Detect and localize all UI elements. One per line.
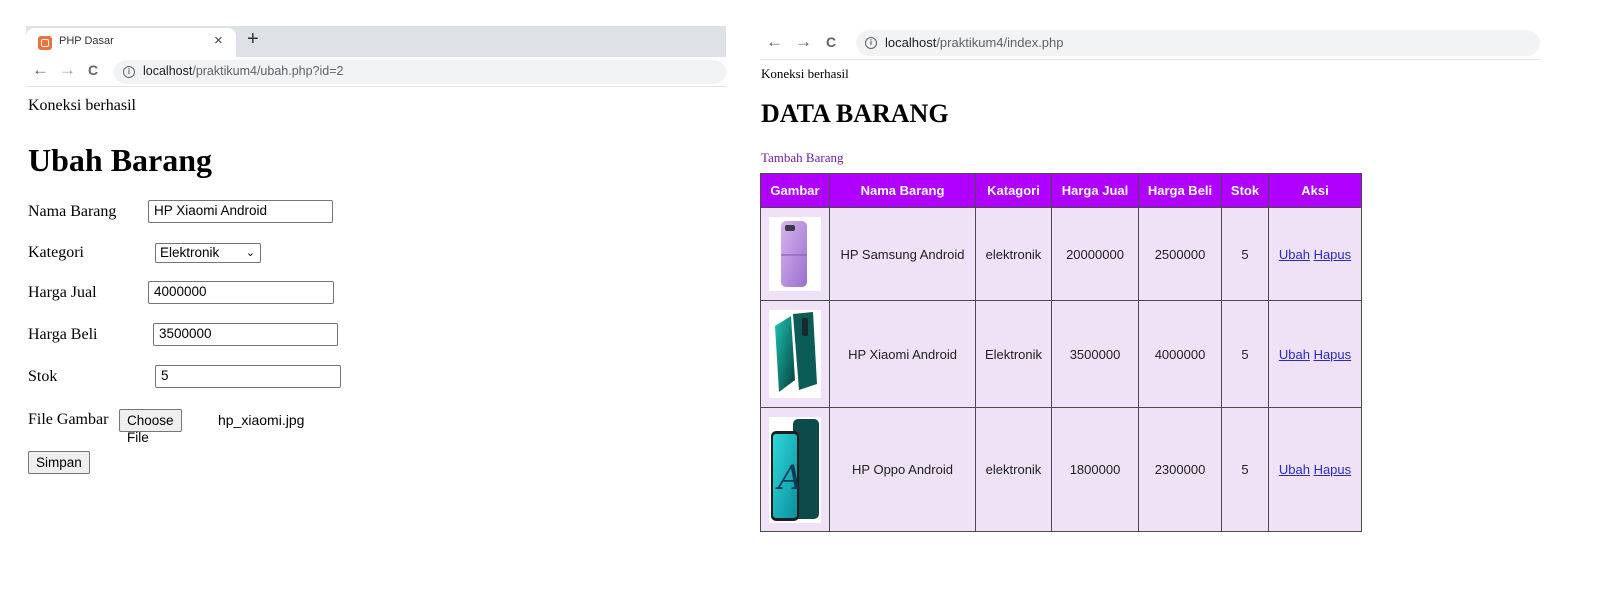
kategori-selected: Elektronik [160,245,220,260]
column-header: Katagori [975,173,1052,208]
harga-beli-label: Harga Beli [28,326,98,343]
tab-close-icon[interactable]: × [214,32,223,49]
simpan-button[interactable]: Simpan [28,451,90,474]
harga-jual-cell: 1800000 [1051,407,1139,532]
url-host: localhost [143,64,193,78]
nama-input[interactable]: HP Xiaomi Android [148,200,333,223]
stok-label: Stok [28,368,58,385]
column-header: Nama Barang [829,173,976,208]
ubah-link[interactable]: Ubah [1279,247,1310,262]
kategori-cell: elektronik [975,407,1052,532]
file-name: hp_xiaomi.jpg [218,412,305,428]
field-file-gambar: File Gambar [28,411,108,429]
back-icon[interactable]: ← [32,60,49,80]
forward-icon[interactable]: → [795,32,812,52]
browser-toolbar: ← → C i localhost/praktikum4/ubah.php?id… [26,57,726,87]
product-image-cell [760,207,830,301]
page-title: DATA BARANG [761,99,949,128]
xampp-favicon-icon [38,36,52,50]
harga-beli-cell: 2500000 [1138,207,1222,301]
table-row: HP Xiaomi Android Elektronik 3500000 400… [760,300,1362,408]
page-title: Ubah Barang [28,142,213,178]
browser-toolbar-right: ← → C i localhost/praktikum4/index.php [760,28,1540,60]
stok-cell: 5 [1221,407,1269,532]
hapus-link[interactable]: Hapus [1314,247,1352,262]
nama-label: Nama Barang [28,203,117,220]
field-nama-barang: Nama Barang [28,203,116,221]
svg-text:A: A [775,458,803,498]
chevron-down-icon: ⌄ [245,247,255,259]
column-header: Gambar [760,173,830,208]
field-harga-beli: Harga Beli [28,326,97,344]
nama-cell: HP Xiaomi Android [829,300,976,408]
forward-icon[interactable]: → [59,60,76,80]
tab-strip: PHP Dasar × + [26,26,726,57]
nama-cell: HP Oppo Android [829,407,976,532]
address-bar[interactable]: i localhost/praktikum4/ubah.php?id=2 [114,60,726,84]
nama-cell: HP Samsung Android [829,207,976,301]
hapus-link[interactable]: Hapus [1314,462,1352,477]
product-image-cell [760,300,830,408]
ubah-link[interactable]: Ubah [1279,462,1310,477]
xiaomi-phone-image [769,310,821,398]
harga-beli-cell: 4000000 [1138,300,1222,408]
column-header: Harga Beli [1138,173,1222,208]
ubah-link[interactable]: Ubah [1279,347,1310,362]
choose-file-button[interactable]: Choose File [119,409,182,445]
address-bar[interactable]: i localhost/praktikum4/index.php [856,30,1540,56]
site-info-icon[interactable]: i [123,66,135,78]
aksi-cell: Ubah Hapus [1268,207,1362,301]
stok-cell: 5 [1221,207,1269,301]
connection-status: Koneksi berhasil [28,97,136,114]
aksi-cell: Ubah Hapus [1268,300,1362,408]
table-header-row: Gambar Nama Barang Katagori Harga Jual H… [760,173,1362,208]
column-header: Stok [1221,173,1269,208]
file-label: File Gambar [28,411,109,428]
url-text: localhost/praktikum4/ubah.php?id=2 [143,64,344,78]
table-row: HP Samsung Android elektronik 20000000 2… [760,207,1362,301]
harga-jual-label: Harga Jual [28,284,97,301]
samsung-flip-phone-image [769,217,821,291]
field-stok: Stok [28,368,57,386]
tab-title: PHP Dasar [59,35,114,47]
new-tab-button[interactable]: + [247,28,259,51]
url-text: localhost/praktikum4/index.php [885,35,1064,50]
reload-icon[interactable]: C [88,62,98,78]
oppo-phone-image: A [769,416,821,523]
harga-jual-cell: 3500000 [1051,300,1139,408]
site-info-icon[interactable]: i [865,37,877,49]
url-host: localhost [885,35,937,50]
url-path: /praktikum4/ubah.php?id=2 [192,64,344,78]
kategori-select[interactable]: Elektronik ⌄ [155,243,261,263]
stok-cell: 5 [1221,300,1269,408]
tab-php-dasar[interactable]: PHP Dasar × [26,28,236,57]
left-browser-window: PHP Dasar × + ← → C i localhost/praktiku… [26,26,726,586]
harga-jual-input[interactable]: 4000000 [148,281,334,304]
harga-jual-cell: 20000000 [1051,207,1139,301]
url-path: /praktikum4/index.php [936,35,1064,50]
field-kategori: Kategori [28,244,84,262]
back-icon[interactable]: ← [766,32,783,52]
column-header: Harga Jual [1051,173,1139,208]
tambah-barang-link[interactable]: Tambah Barang [761,150,843,166]
data-barang-table: Gambar Nama Barang Katagori Harga Jual H… [760,173,1362,532]
harga-beli-cell: 2300000 [1138,407,1222,532]
product-image-cell: A [760,407,830,532]
kategori-cell: elektronik [975,207,1052,301]
table-row: A HP Oppo Android elektronik 1800000 230… [760,407,1362,532]
aksi-cell: Ubah Hapus [1268,407,1362,532]
column-header: Aksi [1268,173,1362,208]
kategori-label: Kategori [28,244,84,261]
reload-icon[interactable]: C [826,34,836,50]
stok-input[interactable]: 5 [155,365,341,388]
harga-beli-input[interactable]: 3500000 [153,323,338,346]
field-harga-jual: Harga Jual [28,284,97,302]
kategori-cell: Elektronik [975,300,1052,408]
connection-status: Koneksi berhasil [761,66,849,81]
hapus-link[interactable]: Hapus [1314,347,1352,362]
